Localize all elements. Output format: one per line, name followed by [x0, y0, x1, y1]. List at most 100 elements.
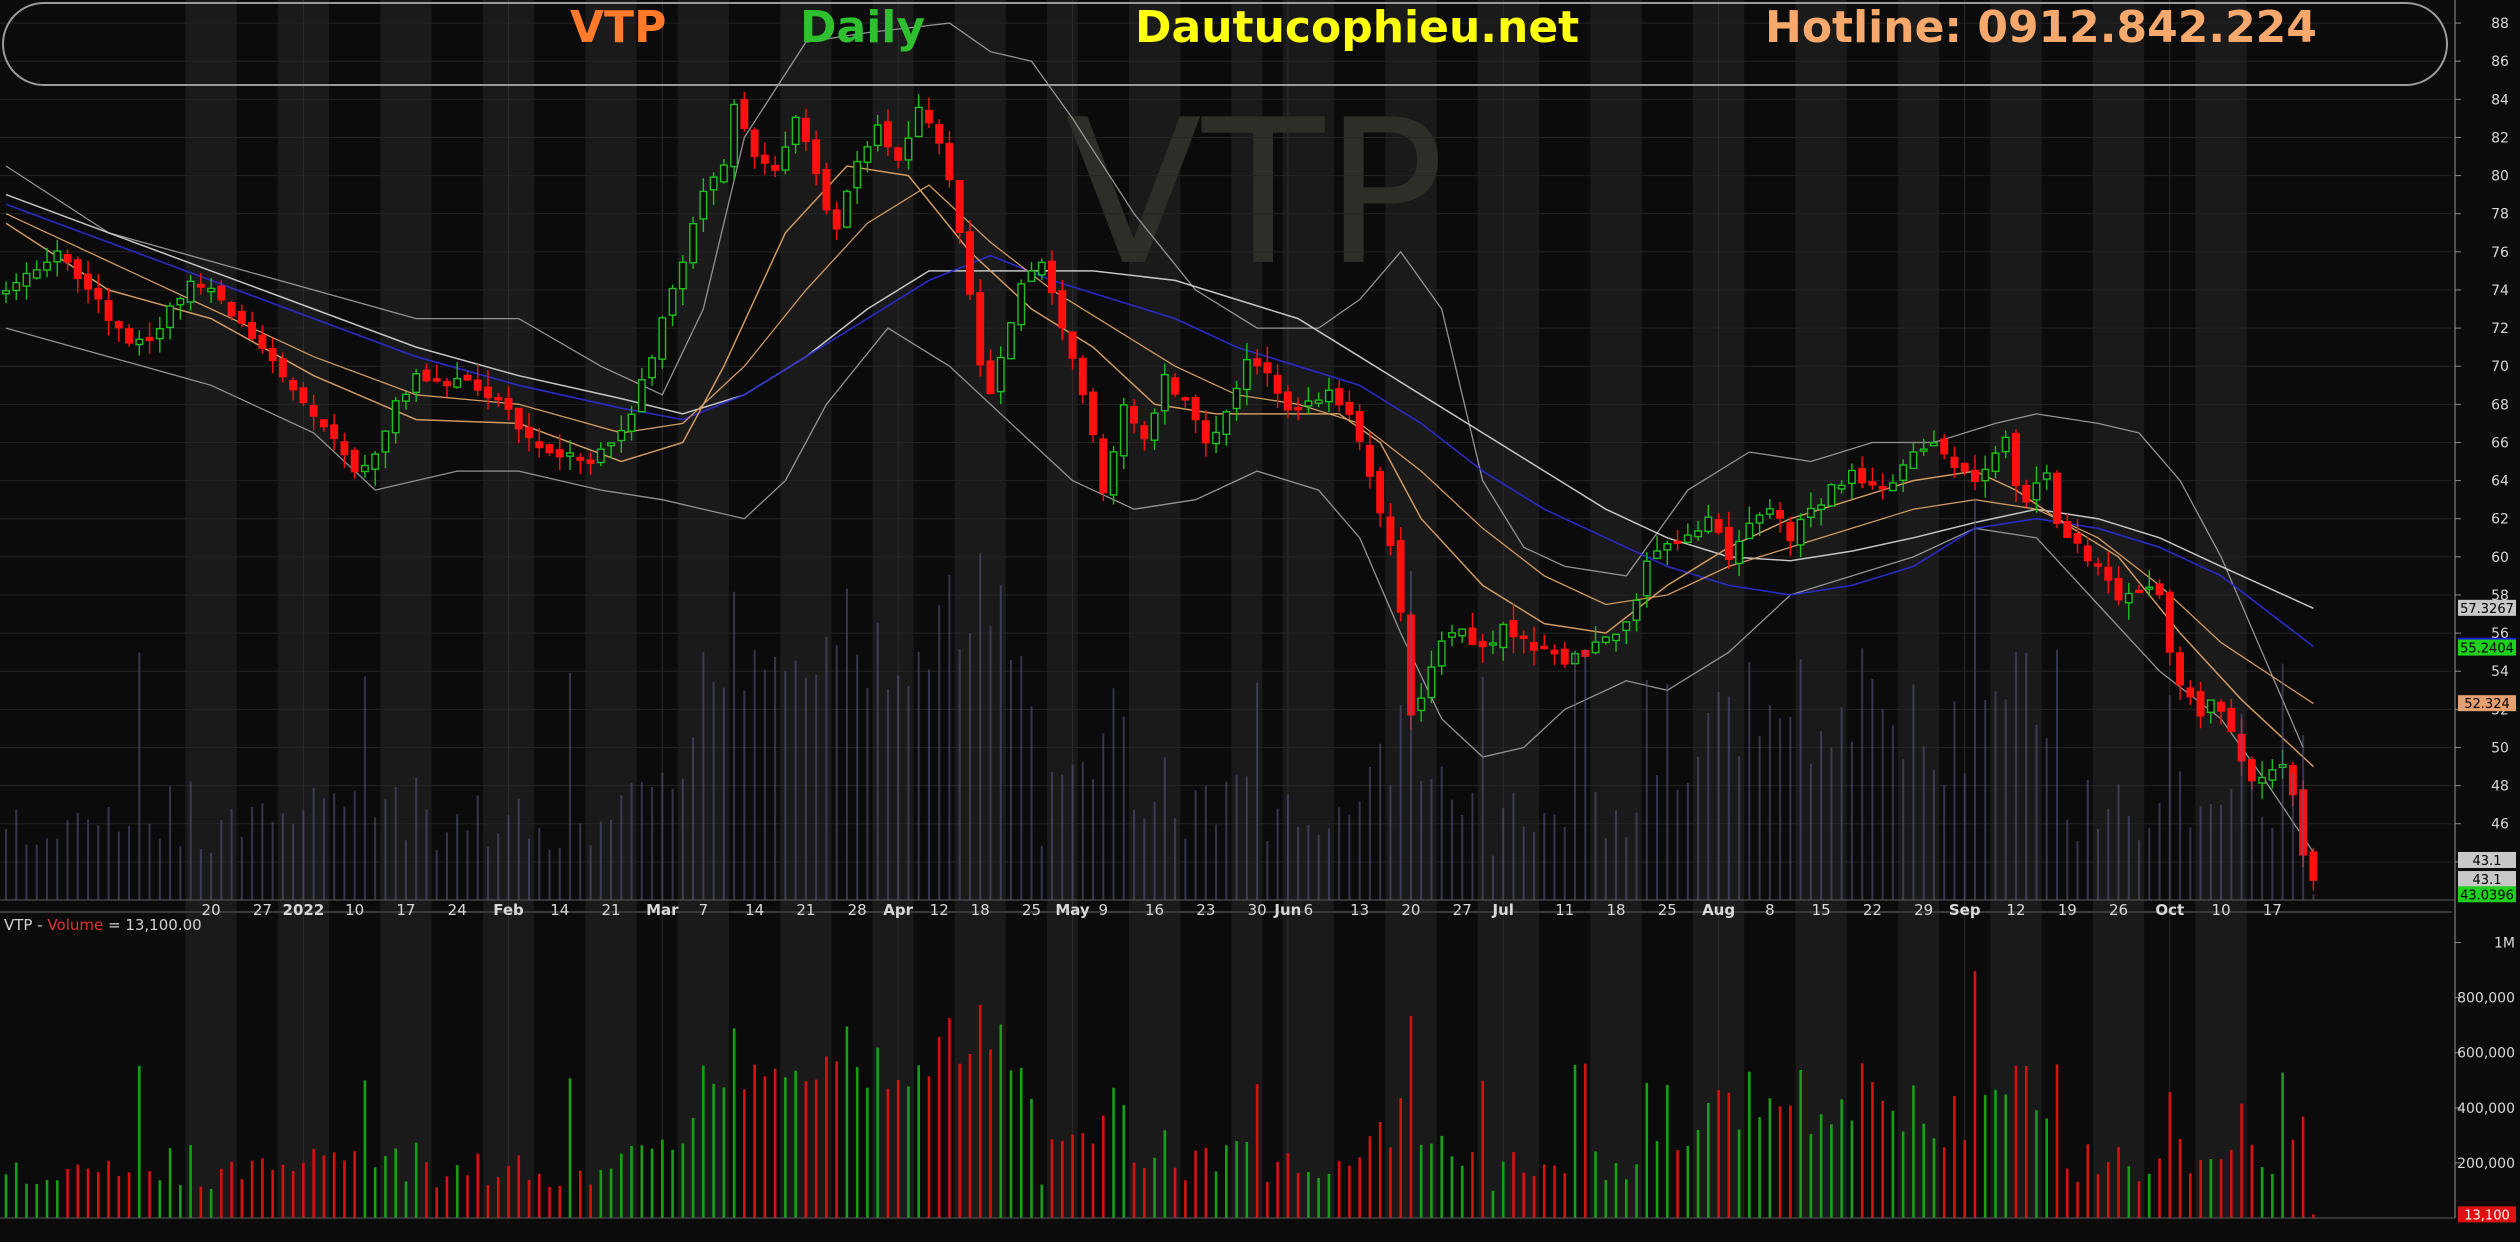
candle-body: [2124, 592, 2133, 604]
candle-body: [832, 209, 841, 230]
candle-body: [1212, 431, 1221, 445]
candle-body: [114, 321, 123, 329]
candle-body: [2042, 472, 2051, 480]
time-tick-label: Apr: [883, 901, 913, 919]
price-tick-label: 66: [2491, 435, 2509, 451]
candle-body: [1078, 357, 1087, 396]
candle-body: [1971, 469, 1979, 482]
time-tick-label: 20: [1401, 901, 1420, 919]
candle-body: [494, 396, 503, 401]
time-tick-label: 23: [1196, 901, 1215, 919]
price-tag-label: 43.1: [2473, 854, 2502, 869]
candle-body: [750, 129, 759, 158]
time-tick-label: 21: [796, 901, 815, 919]
candle-body: [658, 317, 667, 360]
candle-body: [1765, 508, 1774, 515]
candle-body: [1960, 462, 1969, 472]
candle-body: [1355, 410, 1364, 442]
candle-body: [1509, 620, 1518, 638]
time-tick-label: 6: [1304, 901, 1314, 919]
price-tick-label: 74: [2491, 283, 2509, 299]
candle-body: [740, 99, 749, 130]
candle-body: [689, 222, 698, 264]
volume-legend: VTP - Volume = 13,100.00: [4, 916, 202, 934]
candle-body: [514, 407, 523, 430]
candle-body: [863, 146, 872, 163]
time-tick-label: 15: [1812, 901, 1831, 919]
candle-body: [258, 334, 267, 349]
candle-body: [1089, 391, 1097, 435]
time-tick-label: 25: [1658, 901, 1677, 919]
candle-body: [453, 377, 462, 388]
time-tick-label: 9: [1099, 901, 1109, 919]
price-tag-label: 55.2404: [2460, 642, 2514, 657]
candle-body: [1130, 406, 1139, 424]
candle-body: [289, 380, 298, 391]
time-tick-label: Aug: [1702, 901, 1735, 919]
time-tick-label: 26: [2109, 901, 2128, 919]
price-tick-label: 46: [2491, 817, 2509, 833]
price-tag-label: 43.1: [2473, 873, 2502, 888]
time-tick-label: 10: [345, 901, 364, 919]
time-tick-label: 29: [1914, 901, 1933, 919]
candle-body: [237, 310, 246, 324]
candle-body: [2063, 521, 2072, 539]
chart-stage: VTP 444648505254565860626466687072747678…: [0, 0, 2520, 1238]
candle-body: [1847, 469, 1856, 485]
time-tick-label: 24: [448, 901, 467, 919]
volume-tick-label: 600,000: [2457, 1046, 2515, 1062]
candle-body: [2309, 851, 2318, 881]
candle-body: [1150, 412, 1159, 441]
candle-body: [371, 453, 380, 470]
column-band: [585, 0, 637, 1218]
candle-body: [1242, 358, 1251, 391]
candle-body: [1991, 452, 2000, 473]
time-tick-label: 2022: [283, 901, 325, 919]
time-tick-label: 12: [930, 901, 949, 919]
candle-body: [1940, 438, 1949, 455]
candle-body: [545, 444, 554, 454]
price-tick-label: 68: [2491, 397, 2509, 413]
volume-tick-label: 800,000: [2457, 991, 2515, 1007]
time-tick-label: 18: [1606, 901, 1625, 919]
price-tick-label: 78: [2491, 207, 2509, 223]
column-band: [1795, 0, 1847, 1218]
price-tick-label: 84: [2491, 92, 2509, 108]
candle-body: [1612, 633, 1620, 642]
candle-body: [1499, 623, 1508, 649]
candle-body: [309, 405, 318, 417]
candle-body: [248, 321, 257, 339]
candle-body: [853, 160, 862, 189]
candle-body: [196, 283, 205, 288]
candle-body: [2083, 545, 2092, 562]
candle-body: [1048, 260, 1056, 294]
time-tick-label: 16: [1145, 901, 1164, 919]
candle-body: [135, 338, 144, 346]
column-band: [185, 0, 237, 1218]
candle-body: [1642, 560, 1651, 597]
candle-body: [1232, 387, 1241, 410]
candle-body: [1981, 468, 1990, 482]
price-tick-label: 62: [2491, 512, 2509, 528]
candle-body: [812, 139, 821, 175]
time-tick-label: 11: [1555, 901, 1574, 919]
candle-body: [484, 386, 492, 399]
price-tick-label: 72: [2491, 321, 2509, 337]
candle-body: [1776, 509, 1785, 519]
candle-body: [555, 449, 564, 458]
candle-body: [2176, 652, 2185, 686]
candle-body: [1817, 504, 1826, 511]
time-tick-label: 19: [2058, 901, 2077, 919]
candle-body: [422, 369, 431, 382]
hotline: Hotline: 0912.842.224: [1765, 2, 2317, 53]
candle-body: [1724, 526, 1733, 560]
price-tick-label: 54: [2491, 664, 2509, 680]
candle-body: [607, 442, 615, 447]
candle-body: [2206, 699, 2215, 714]
candle-body: [1888, 482, 1897, 492]
candle-body: [709, 176, 718, 191]
column-band: [380, 0, 432, 1218]
price-tick-label: 86: [2491, 54, 2509, 70]
time-tick-label: Mar: [646, 901, 679, 919]
candle-body: [935, 123, 944, 144]
